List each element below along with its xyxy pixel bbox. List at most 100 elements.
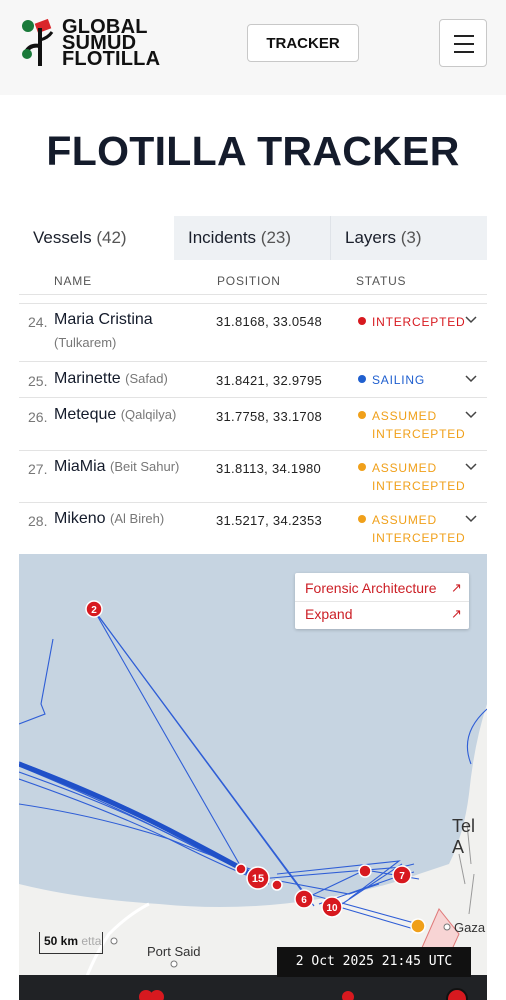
tab-label: Vessels [33, 228, 92, 247]
chevron-down-icon[interactable] [465, 375, 477, 383]
map-links-panel: Forensic Architecture ↗ Expand ↗ [295, 573, 469, 629]
city-dot-icon [443, 923, 451, 931]
status-text-line2: INTERCEPTED [372, 531, 466, 545]
cluster-count: 6 [301, 895, 307, 906]
vessel-row[interactable]: 25. Marinette (Safad) 31.8421, 32.9795 S… [19, 362, 487, 397]
place-label-gaza: Gaza [454, 920, 486, 935]
vessel-position: 31.8168, 33.0548 [216, 314, 323, 329]
vessel-name: Mikeno (Al Bireh) [54, 510, 164, 528]
city-dot-icon [110, 937, 118, 945]
global-sumud-flotilla-logo[interactable]: GLOBAL SUMUD FLOTILLA [20, 17, 180, 72]
forensic-architecture-link[interactable]: Forensic Architecture [305, 580, 437, 596]
vessel-name-text: Marinette [54, 370, 121, 387]
vessel-name: Maria Cristina [54, 311, 153, 328]
status-text-line1: ASSUMED [372, 513, 437, 527]
row-number: 27. [28, 461, 48, 477]
status-text-line1: ASSUMED [372, 409, 437, 423]
vessel-origin: (Safad) [125, 371, 168, 386]
status-text-line2: INTERCEPTED [372, 427, 466, 441]
status-dot-icon [358, 463, 366, 471]
menu-button[interactable] [439, 19, 487, 67]
status-badge: ASSUMED INTERCEPTED [358, 459, 465, 495]
status-text-line2: INTERCEPTED [372, 479, 466, 493]
row-number: 28. [28, 513, 48, 529]
vessel-position: 31.8113, 34.1980 [216, 461, 322, 476]
tab-label: Layers [345, 228, 397, 247]
chevron-down-icon[interactable] [465, 316, 477, 324]
cluster-count: 10 [326, 903, 338, 914]
tab-count: (3) [400, 228, 422, 247]
tracker-button[interactable]: TRACKER [247, 24, 359, 62]
status-text-line1: ASSUMED [372, 461, 437, 475]
tracker-map[interactable]: 2 15 6 10 7 Forensic Architecture ↗ Expa… [19, 554, 487, 1000]
vessel-origin: (Qalqilya) [120, 407, 177, 422]
expand-link[interactable]: Expand [305, 606, 352, 622]
vessel-row[interactable]: 28. Mikeno (Al Bireh) 31.5217, 34.2353 A… [19, 503, 487, 553]
divider [19, 294, 487, 295]
external-arrow-icon: ↗ [451, 580, 462, 595]
vessel-marker[interactable] [235, 863, 247, 875]
timeline-bar[interactable] [19, 975, 487, 1000]
vessel-origin: (Tulkarem) [54, 335, 117, 350]
chevron-down-icon[interactable] [465, 411, 477, 419]
vessel-position: 31.8421, 32.9795 [216, 373, 323, 388]
status-dot-icon [358, 411, 366, 419]
row-number: 24. [28, 314, 48, 330]
vessel-row[interactable]: 27. MiaMia (Beit Sahur) 31.8113, 34.1980… [19, 451, 487, 502]
tab-label: Incidents [188, 228, 257, 247]
external-arrow-icon: ↗ [451, 606, 462, 621]
place-label-port-said: Port Said [147, 944, 201, 959]
status-text: SAILING [372, 373, 425, 387]
column-header-name: NAME [54, 274, 92, 288]
vessel-position: 31.7758, 33.1708 [216, 409, 323, 424]
vessel-row[interactable]: 24. Maria Cristina (Tulkarem) 31.8168, 3… [19, 303, 487, 361]
scale-label: 50 km [44, 934, 79, 948]
row-number: 25. [28, 373, 48, 389]
vessel-marker[interactable] [271, 879, 283, 891]
column-header-status: STATUS [356, 274, 407, 288]
city-dot-icon [170, 960, 178, 968]
logo-mark-icon [22, 18, 54, 66]
chevron-down-icon[interactable] [465, 463, 477, 471]
vessel-position: 31.5217, 34.2353 [216, 513, 323, 528]
vessel-name-text: Mikeno [54, 510, 106, 527]
chevron-down-icon[interactable] [465, 515, 477, 523]
tab-count: (42) [96, 228, 127, 247]
tab-bar: Vessels (42) Incidents (23) Layers (3) [19, 216, 487, 260]
timeline-timestamp: 2 Oct 2025 21:45 UTC [277, 947, 471, 977]
vessel-name: MiaMia (Beit Sahur) [54, 458, 179, 476]
map-scale-bar: 50 km etta [39, 932, 103, 954]
status-dot-icon [358, 317, 366, 325]
place-label-tel-aviv: Tel A [452, 816, 476, 857]
vessel-name: Marinette (Safad) [54, 370, 168, 388]
status-badge: ASSUMED INTERCEPTED [358, 407, 465, 443]
vessel-origin: (Al Bireh) [110, 511, 165, 526]
cluster-count: 2 [91, 605, 97, 616]
row-number: 26. [28, 409, 48, 425]
tab-layers[interactable]: Layers (3) [331, 216, 487, 260]
vessel-name: Meteque (Qalqilya) [54, 406, 176, 424]
page-title: FLOTILLA TRACKER [46, 128, 460, 174]
status-dot-icon [358, 375, 366, 383]
column-header-position: POSITION [217, 274, 281, 288]
logo-line-3: FLOTILLA [62, 48, 161, 70]
vessel-row[interactable]: 26. Meteque (Qalqilya) 31.7758, 33.1708 … [19, 398, 487, 450]
tab-vessels[interactable]: Vessels (42) [19, 216, 174, 260]
scale-faint-text: etta [81, 934, 102, 948]
tab-incidents[interactable]: Incidents (23) [174, 216, 331, 260]
cluster-count: 15 [252, 873, 264, 885]
divider [295, 601, 469, 602]
vessel-marker[interactable] [358, 864, 372, 878]
status-text: INTERCEPTED [372, 315, 466, 329]
cluster-count: 7 [399, 871, 405, 882]
status-badge: SAILING [358, 371, 425, 389]
tab-count: (23) [260, 228, 292, 247]
status-dot-icon [358, 515, 366, 523]
status-badge: ASSUMED INTERCEPTED [358, 511, 465, 547]
vessel-name-text: MiaMia [54, 458, 106, 475]
vessel-marker-assumed[interactable] [410, 918, 426, 934]
site-header: GLOBAL SUMUD FLOTILLA TRACKER [0, 0, 506, 95]
status-badge: INTERCEPTED [358, 313, 465, 331]
vessel-name-text: Meteque [54, 406, 117, 423]
vessel-origin: (Beit Sahur) [110, 459, 180, 474]
